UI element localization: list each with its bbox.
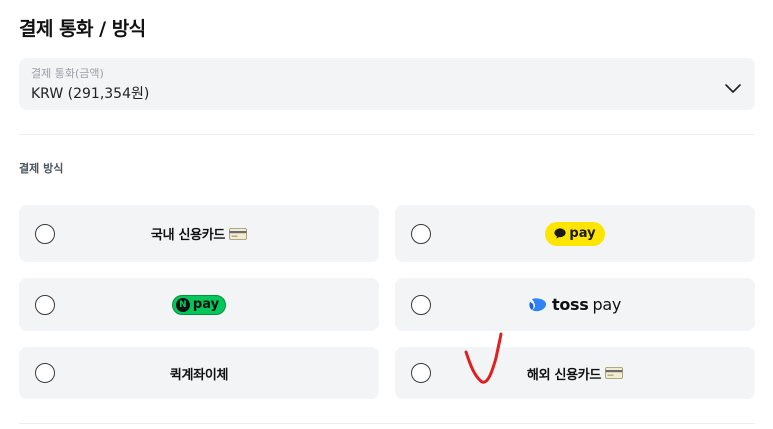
option-domestic-card[interactable]: 국내 신용카드: [19, 205, 379, 262]
option-overseas-card[interactable]: 해외 신용카드: [395, 347, 755, 399]
kakao-pay-logo: pay: [545, 221, 605, 246]
red-checkmark-annotation: [464, 332, 503, 384]
toss-brand-text: toss: [551, 295, 589, 314]
currency-select-value: KRW (291,354원): [31, 86, 150, 102]
option-kakao-pay[interactable]: pay: [395, 205, 755, 262]
toss-pay-text: pay: [592, 295, 622, 314]
payment-method-label: 결제 방식: [19, 162, 64, 175]
credit-card-icon: [605, 367, 623, 379]
currency-select-label: 결제 통화(금액): [31, 67, 104, 80]
speech-bubble-icon: [554, 228, 567, 239]
divider: [19, 134, 755, 135]
kakao-pay-text: pay: [569, 226, 596, 241]
naver-pay-logo: N pay: [171, 294, 227, 315]
option-label: 국내 신용카드: [150, 228, 226, 243]
option-quick-transfer[interactable]: 퀵계좌이체: [19, 347, 379, 399]
naver-n-mark: N: [175, 297, 190, 312]
page-title: 결제 통화 / 방식: [19, 18, 146, 40]
option-label: 해외 신용카드: [526, 367, 602, 383]
toss-pay-logo: toss pay: [529, 295, 621, 314]
chevron-down-icon: [725, 84, 741, 93]
option-toss-pay[interactable]: toss pay: [395, 278, 755, 331]
option-label: 퀵계좌이체: [169, 367, 229, 383]
currency-select[interactable]: 결제 통화(금액) KRW (291,354원): [19, 58, 755, 110]
toss-mark-icon: [529, 297, 547, 311]
naver-pay-text: pay: [192, 297, 220, 312]
option-naver-pay[interactable]: N pay: [19, 278, 379, 331]
divider: [19, 423, 755, 424]
credit-card-icon: [229, 227, 247, 240]
